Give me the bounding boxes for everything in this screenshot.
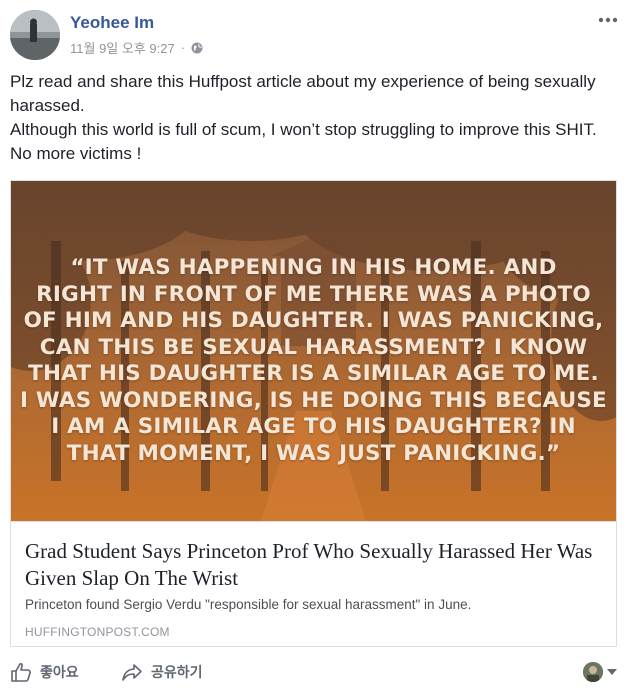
article-title[interactable]: Grad Student Says Princeton Prof Who Sex… xyxy=(25,538,610,592)
quote-line: I was wondering, is he doing this becaus… xyxy=(20,387,607,413)
author-name[interactable]: Yeohee Im xyxy=(70,13,154,33)
quote-line: that moment, I was just panicking.” xyxy=(66,440,561,466)
post-text-line: harassed. xyxy=(10,96,85,115)
thumbs-up-icon xyxy=(11,663,31,682)
article-description: Princeton found Sergio Verdu "responsibl… xyxy=(25,597,472,612)
chevron-down-icon xyxy=(607,669,617,675)
article-domain: HUFFINGTONPOST.COM xyxy=(25,625,170,639)
meta-separator: · xyxy=(180,40,186,55)
article-image[interactable]: “It was happening in his home. And right… xyxy=(11,181,616,521)
post-meta: 11월 9일 오후 9:27 · xyxy=(70,38,203,57)
post-text: Plz read and share this Huffpost article… xyxy=(10,70,620,166)
quote-line: I am a similar age to his daughter? In xyxy=(51,414,576,439)
more-options-icon[interactable] xyxy=(597,12,619,28)
post-actions-bar: 좋아요 공유하기 xyxy=(0,657,629,696)
share-button[interactable]: 공유하기 xyxy=(121,661,203,683)
link-preview-body[interactable]: Grad Student Says Princeton Prof Who Sex… xyxy=(11,521,616,646)
author-avatar[interactable] xyxy=(10,10,60,60)
current-user-avatar xyxy=(583,662,603,682)
quote-line: can this be sexual harassment? I know xyxy=(39,334,588,360)
quote-line: that his daughter is a similar age to me… xyxy=(28,361,599,386)
post-text-line: Although this world is full of scum, I w… xyxy=(10,120,597,139)
globe-icon[interactable] xyxy=(191,42,203,54)
post-text-line: No more victims ! xyxy=(10,144,142,163)
post-timestamp[interactable]: 11월 9일 오후 9:27 xyxy=(70,38,175,57)
facebook-post: Yeohee Im 11월 9일 오후 9:27 · Plz read and … xyxy=(0,0,629,696)
like-label: 좋아요 xyxy=(40,664,79,680)
quote-line: “It was happening in his home. And xyxy=(70,255,557,280)
link-preview-card[interactable]: “It was happening in his home. And right… xyxy=(10,180,617,647)
like-button[interactable]: 좋아요 xyxy=(10,661,79,683)
quote-line: of him and his daughter. I was panicking… xyxy=(23,308,604,333)
share-label: 공유하기 xyxy=(151,664,203,680)
pull-quote: “It was happening in his home. And right… xyxy=(11,255,616,467)
share-arrow-icon xyxy=(122,664,142,681)
quote-line: right in front of me there was a photo xyxy=(36,281,591,307)
react-as-selector[interactable] xyxy=(583,662,617,682)
post-text-line: Plz read and share this Huffpost article… xyxy=(10,72,596,91)
